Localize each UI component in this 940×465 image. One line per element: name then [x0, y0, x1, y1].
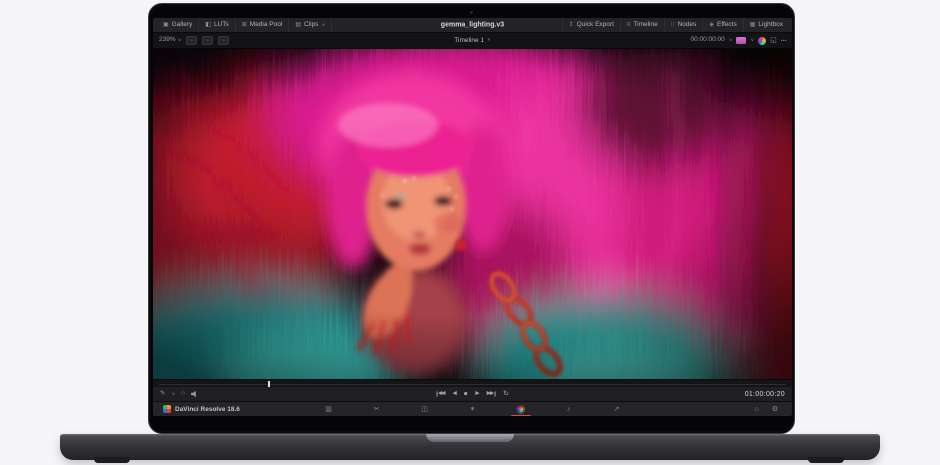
chevron-down-icon: ∨ [487, 39, 491, 43]
media-pool-icon: ⊞ [242, 22, 247, 28]
clip-color-swatch[interactable] [736, 37, 746, 44]
macbook-marketing-shot: ▣ Gallery ◧ LUTs ⊞ Media Pool ▤ Clips [0, 0, 940, 465]
edit-page-icon: ◫ [421, 406, 428, 413]
cut-page-icon: ✂ [374, 406, 380, 413]
gallery-label: Gallery [172, 22, 193, 29]
gallery-icon: ▣ [163, 22, 169, 28]
viewer-toggle-split[interactable]: ▫ [202, 36, 213, 45]
laptop-base [60, 434, 880, 460]
transport-left-tools: ✎ ∨ ○ [153, 391, 198, 398]
app-bar: DaVinci Resolve 18.6 ▥ ✂ ◫ ✶ ♪ ↗ ⌂ ⚙ [153, 401, 792, 416]
page-tab-edit[interactable]: ◫ [419, 403, 431, 415]
expand-viewer-icon[interactable]: ◱ [770, 37, 777, 44]
top-toolbar: ▣ Gallery ◧ LUTs ⊞ Media Pool ▤ Clips [153, 18, 792, 33]
viewer-image [153, 49, 792, 379]
page-tab-color[interactable] [515, 403, 527, 415]
viewer-bar-left: 239% ∨ ▫ ▫ ▫ [153, 36, 229, 45]
chevron-down-icon: ∨ [321, 23, 325, 27]
chevron-down-icon: ∨ [729, 39, 733, 43]
deliver-page-icon: ↗ [614, 406, 620, 413]
app-name: DaVinci Resolve 18.6 [175, 406, 240, 413]
clips-icon: ▤ [295, 22, 301, 28]
effects-label: Effects [717, 22, 737, 29]
color-page-icon [516, 405, 525, 414]
viewer-bar-right: 00:00:00:00 ∨ ∨ ◱ ••• [690, 37, 792, 45]
play-reverse-button[interactable]: ◀ [453, 391, 456, 397]
app-branding: DaVinci Resolve 18.6 [153, 405, 240, 413]
viewer-bar: 239% ∨ ▫ ▫ ▫ Timeline 1 ∨ 00:00:00:00 ∨ … [153, 33, 792, 49]
transport-bar: ✎ ∨ ○ ◀◀ ◀ ■ ▶ ▶▶ ↻ 01:00:00:20 [153, 387, 792, 401]
loop-button[interactable]: ↻ [503, 391, 509, 398]
page-tab-fusion[interactable]: ✶ [467, 403, 479, 415]
annotate-pen-icon[interactable]: ✎ [160, 391, 165, 398]
page-tabs: ▥ ✂ ◫ ✶ ♪ ↗ [323, 403, 623, 415]
timeline-button[interactable]: ≡ Timeline [620, 18, 664, 32]
media-page-icon: ▥ [325, 406, 332, 413]
davinci-resolve-logo [163, 405, 171, 413]
chevron-down-icon[interactable]: ∨ [171, 392, 175, 396]
effects-icon: ◈ [709, 22, 714, 28]
timeline-selector[interactable]: Timeline 1 ∨ [454, 37, 490, 44]
viewer-options-menu[interactable]: ••• [781, 38, 787, 43]
play-button[interactable]: ▶ [475, 391, 478, 397]
clips-button[interactable]: ▤ Clips ∨ [289, 18, 332, 32]
viewer-scrubber[interactable] [153, 379, 792, 387]
home-icon[interactable]: ⌂ [754, 406, 758, 413]
quick-export-label: Quick Export [577, 22, 614, 29]
davinci-resolve-window: ▣ Gallery ◧ LUTs ⊞ Media Pool ▤ Clips [153, 18, 792, 416]
timeline-timecode[interactable]: 01:00:00:20 [745, 391, 792, 398]
quick-export-button[interactable]: ↥ Quick Export [562, 18, 620, 32]
toolbar-left-group: ▣ Gallery ◧ LUTs ⊞ Media Pool ▤ Clips [153, 18, 332, 32]
transport-controls: ◀◀ ◀ ■ ▶ ▶▶ ↻ [436, 391, 509, 398]
webcam-icon [470, 11, 473, 14]
luts-icon: ◧ [205, 22, 211, 28]
timeline-name: Timeline 1 [454, 37, 484, 44]
clips-label: Clips [304, 22, 318, 29]
effects-button[interactable]: ◈ Effects [702, 18, 742, 32]
lid-opening-scoop [426, 434, 514, 442]
bypass-icon[interactable]: ○ [181, 391, 185, 398]
lightbox-icon: ▦ [750, 22, 756, 28]
fairlight-page-icon: ♪ [567, 406, 571, 413]
lightbox-button[interactable]: ▦ Lightbox [743, 18, 789, 32]
quick-export-icon: ↥ [569, 22, 574, 28]
project-title: gemma_lighting.v3 [441, 22, 504, 29]
skip-to-start-button[interactable]: ◀◀ [436, 391, 444, 397]
toolbar-right-group: ↥ Quick Export ≡ Timeline ∷ Nodes ◈ Effe… [562, 18, 792, 32]
timeline-icon: ≡ [627, 22, 631, 28]
color-wheel-icon[interactable] [758, 37, 766, 45]
nodes-button[interactable]: ∷ Nodes [664, 18, 703, 32]
chevron-down-icon: ∨ [178, 39, 182, 43]
viewer-toggle-highlight[interactable]: ▫ [218, 36, 229, 45]
page-tab-fairlight[interactable]: ♪ [563, 403, 575, 415]
app-bar-right: ⌂ ⚙ [754, 406, 792, 413]
media-pool-label: Media Pool [250, 22, 283, 29]
speaker-icon[interactable] [191, 391, 198, 398]
lightbox-label: Lightbox [758, 22, 783, 29]
gear-icon[interactable]: ⚙ [772, 406, 778, 413]
luts-button[interactable]: ◧ LUTs [199, 18, 235, 32]
fusion-page-icon: ✶ [470, 406, 476, 413]
scrubber-groove [159, 384, 786, 385]
page-tab-deliver[interactable]: ↗ [611, 403, 623, 415]
timeline-label: Timeline [633, 22, 657, 29]
source-timecode[interactable]: 00:00:00:00 [690, 37, 724, 44]
viewer-zoom-dropdown[interactable]: 239% ∨ [159, 37, 181, 44]
viewer-toggle-wipe[interactable]: ▫ [186, 36, 197, 45]
laptop-screen: ▣ Gallery ◧ LUTs ⊞ Media Pool ▤ Clips [148, 3, 795, 434]
skip-to-end-button[interactable]: ▶▶ [487, 391, 495, 397]
luts-label: LUTs [214, 22, 229, 29]
page-tab-cut[interactable]: ✂ [371, 403, 383, 415]
stop-button[interactable]: ■ [464, 391, 468, 397]
page-tab-media[interactable]: ▥ [323, 403, 335, 415]
nodes-label: Nodes [678, 22, 697, 29]
rubber-foot-left [94, 457, 130, 463]
chevron-down-icon: ∨ [750, 39, 754, 43]
viewer[interactable] [153, 49, 792, 379]
nodes-icon: ∷ [671, 22, 675, 28]
media-pool-button[interactable]: ⊞ Media Pool [236, 18, 290, 32]
rubber-foot-right [808, 457, 844, 463]
viewer-zoom-value: 239% [159, 37, 176, 44]
gallery-button[interactable]: ▣ Gallery [157, 18, 199, 32]
